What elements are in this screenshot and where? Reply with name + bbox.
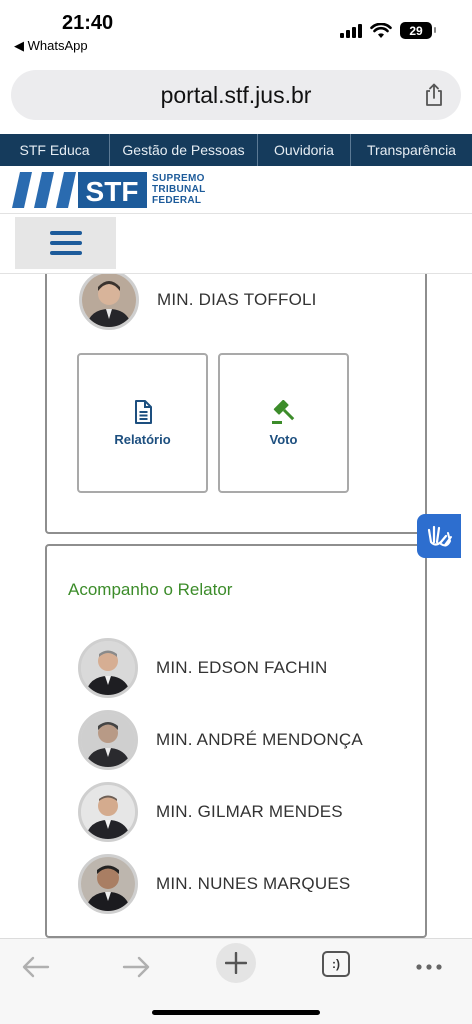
share-icon[interactable] — [423, 83, 445, 107]
home-indicator[interactable] — [152, 1010, 320, 1015]
minister-row-marques: MIN. NUNES MARQUES — [78, 854, 350, 914]
voto-label: Voto — [269, 431, 298, 447]
minister-name: MIN. NUNES MARQUES — [156, 874, 351, 893]
logo-caption-line1: SUPREMO — [152, 173, 205, 184]
document-icon — [134, 399, 152, 424]
sign-language-icon — [427, 525, 452, 547]
battery-icon: 29 — [400, 22, 436, 39]
site-header: STF SUPREMO TRIBUNAL FEDERAL — [0, 166, 472, 214]
relatorio-label: Relatório — [114, 431, 171, 447]
plus-icon — [225, 952, 247, 974]
arrow-left-icon — [22, 956, 50, 978]
tabs-button[interactable]: :) — [322, 951, 350, 977]
status-icons: 29 — [340, 22, 436, 39]
minister-avatar — [79, 274, 139, 330]
section-heading: Acompanho o Relator — [68, 580, 233, 599]
minister-row: MIN. DIAS TOFFOLI — [79, 274, 317, 330]
main-content[interactable]: MIN. DIAS TOFFOLI Relatório Voto Acompan… — [0, 274, 472, 938]
accessibility-button[interactable] — [417, 514, 461, 558]
minister-name: MIN. DIAS TOFFOLI — [157, 290, 317, 309]
new-tab-button[interactable] — [216, 943, 256, 983]
gavel-icon — [271, 399, 294, 424]
voto-button[interactable]: Voto — [218, 353, 349, 493]
menu-line — [49, 231, 82, 235]
minister-name: MIN. EDSON FACHIN — [156, 658, 328, 677]
menu-bar — [0, 214, 472, 274]
relator-panel: MIN. DIAS TOFFOLI Relatório Voto — [45, 274, 427, 534]
nav-ouvidoria[interactable]: Ouvidoria — [258, 134, 351, 166]
nav-transparencia[interactable]: Transparência — [351, 134, 472, 166]
logo-caption: SUPREMO TRIBUNAL FEDERAL — [152, 173, 206, 206]
minister-row-mendonca: MIN. ANDRÉ MENDONÇA — [78, 710, 363, 770]
forward-button[interactable] — [118, 947, 154, 987]
logo-caption-line2: TRIBUNAL — [152, 184, 206, 195]
minister-row-mendes: MIN. GILMAR MENDES — [78, 782, 343, 842]
nav-gestao-pessoas[interactable]: Gestão de Pessoas — [110, 134, 258, 166]
hamburger-menu-button[interactable] — [15, 217, 116, 269]
minister-name: MIN. GILMAR MENDES — [156, 802, 343, 821]
cellular-signal-icon — [340, 23, 362, 38]
status-time: 21:40 — [62, 12, 114, 34]
wifi-icon — [370, 22, 392, 38]
address-bar[interactable]: portal.stf.jus.br — [11, 70, 461, 120]
minister-avatar — [78, 710, 138, 770]
minister-avatar — [78, 638, 138, 698]
minister-avatar — [78, 854, 138, 914]
arrow-right-icon — [122, 956, 150, 978]
nav-stf-educa[interactable]: STF Educa — [0, 134, 110, 166]
more-dots-icon — [416, 964, 442, 970]
url-text[interactable]: portal.stf.jus.br — [11, 82, 461, 109]
logo-caption-line3: FEDERAL — [152, 195, 202, 206]
menu-line — [49, 251, 82, 255]
back-to-app-link[interactable]: ◀ WhatsApp — [14, 38, 88, 54]
menu-line — [49, 241, 82, 245]
acompanho-relator-panel: Acompanho o Relator MIN. EDSON FACHIN MI… — [45, 544, 427, 938]
minister-row-fachin: MIN. EDSON FACHIN — [78, 638, 328, 698]
status-bar: 21:40 ◀ WhatsApp 29 — [0, 0, 472, 58]
logo-text: STF — [86, 176, 139, 207]
minister-name: MIN. ANDRÉ MENDONÇA — [156, 730, 363, 749]
top-nav: STF Educa Gestão de Pessoas Ouvidoria Tr… — [0, 134, 472, 166]
stf-logo[interactable]: STF — [12, 170, 148, 210]
back-button[interactable] — [18, 947, 54, 987]
minister-avatar — [78, 782, 138, 842]
relatorio-button[interactable]: Relatório — [77, 353, 208, 493]
more-button[interactable] — [412, 947, 446, 987]
